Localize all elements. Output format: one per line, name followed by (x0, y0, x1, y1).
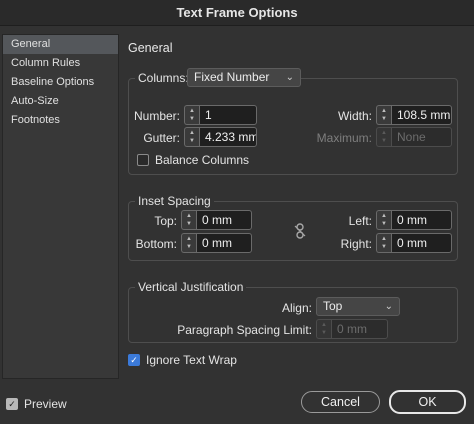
vertical-justification-legend: Vertical Justification (135, 280, 247, 294)
bottom-label: Bottom: (135, 237, 177, 251)
link-broken-icon[interactable] (293, 223, 307, 239)
maximum-label: Maximum: (316, 131, 372, 145)
window-title: Text Frame Options (176, 5, 298, 20)
align-dropdown[interactable]: Top ⌄ (316, 297, 400, 316)
ignore-text-wrap-checkbox[interactable]: ✓ Ignore Text Wrap (128, 353, 237, 367)
checkbox-box[interactable]: ✓ (128, 354, 140, 366)
stepper-arrows-icon[interactable]: ▲ ▼ (184, 105, 199, 125)
paragraph-spacing-stepper: ▲ ▼ (316, 319, 388, 339)
number-label: Number: (133, 109, 180, 123)
right-label: Right: (340, 237, 372, 251)
checkbox-box[interactable] (137, 154, 149, 166)
chevron-down-icon: ⌄ (384, 301, 393, 312)
sidebar-item-baseline-options[interactable]: Baseline Options (3, 73, 118, 92)
ok-button[interactable]: OK (389, 390, 466, 414)
balance-columns-checkbox[interactable]: Balance Columns (137, 153, 249, 167)
stepper-arrows-icon: ▲ ▼ (376, 127, 391, 147)
number-stepper[interactable]: ▲ ▼ (184, 105, 257, 125)
sidebar-item-column-rules[interactable]: Column Rules (3, 54, 118, 73)
columns-type-value: Fixed Number (194, 70, 270, 84)
stepper-arrows-icon[interactable]: ▲ ▼ (184, 127, 199, 147)
maximum-field (391, 127, 452, 147)
gutter-stepper[interactable]: ▲ ▼ (184, 127, 257, 147)
bottom-stepper[interactable]: ▲ ▼ (181, 233, 252, 253)
ignore-text-wrap-label: Ignore Text Wrap (146, 353, 237, 367)
preview-label: Preview (24, 397, 67, 411)
inset-spacing-legend: Inset Spacing (135, 194, 214, 208)
width-label: Width: (337, 109, 372, 123)
width-field[interactable] (391, 105, 452, 125)
right-field[interactable] (391, 233, 452, 253)
sidebar-item-general[interactable]: General (3, 35, 118, 54)
stepper-arrows-icon[interactable]: ▲ ▼ (181, 233, 196, 253)
left-stepper[interactable]: ▲ ▼ (376, 210, 452, 230)
title-bar: Text Frame Options (0, 0, 474, 26)
bottom-field[interactable] (196, 233, 252, 253)
columns-type-dropdown[interactable]: Fixed Number ⌄ (187, 68, 301, 87)
right-stepper[interactable]: ▲ ▼ (376, 233, 452, 253)
section-heading: General (128, 41, 173, 55)
paragraph-spacing-label: Paragraph Spacing Limit: (177, 323, 312, 337)
preview-checkbox[interactable]: ✓ Preview (6, 397, 67, 411)
top-stepper[interactable]: ▲ ▼ (181, 210, 252, 230)
stepper-arrows-icon[interactable]: ▲ ▼ (181, 210, 196, 230)
balance-columns-label: Balance Columns (155, 153, 250, 167)
top-label: Top: (154, 214, 177, 228)
sidebar-item-auto-size[interactable]: Auto-Size (3, 92, 118, 111)
top-field[interactable] (196, 210, 252, 230)
columns-label: Columns: (135, 71, 192, 85)
sidebar: General Column Rules Baseline Options Au… (2, 34, 119, 379)
stepper-arrows-icon[interactable]: ▲ ▼ (376, 210, 391, 230)
stepper-arrows-icon[interactable]: ▲ ▼ (376, 105, 391, 125)
stepper-arrows-icon[interactable]: ▲ ▼ (376, 233, 391, 253)
sidebar-item-footnotes[interactable]: Footnotes (3, 111, 118, 130)
stepper-arrows-icon: ▲ ▼ (316, 319, 331, 339)
checkbox-box[interactable]: ✓ (6, 398, 18, 410)
number-field[interactable] (199, 105, 257, 125)
paragraph-spacing-field (331, 319, 388, 339)
cancel-button[interactable]: Cancel (301, 391, 380, 413)
chevron-down-icon: ⌄ (285, 72, 294, 83)
left-label: Left: (348, 214, 372, 228)
align-value: Top (323, 299, 343, 313)
align-label: Align: (281, 301, 312, 315)
gutter-field[interactable] (199, 127, 257, 147)
gutter-label: Gutter: (143, 131, 180, 145)
width-stepper[interactable]: ▲ ▼ (376, 105, 452, 125)
left-field[interactable] (391, 210, 452, 230)
maximum-stepper: ▲ ▼ (376, 127, 452, 147)
